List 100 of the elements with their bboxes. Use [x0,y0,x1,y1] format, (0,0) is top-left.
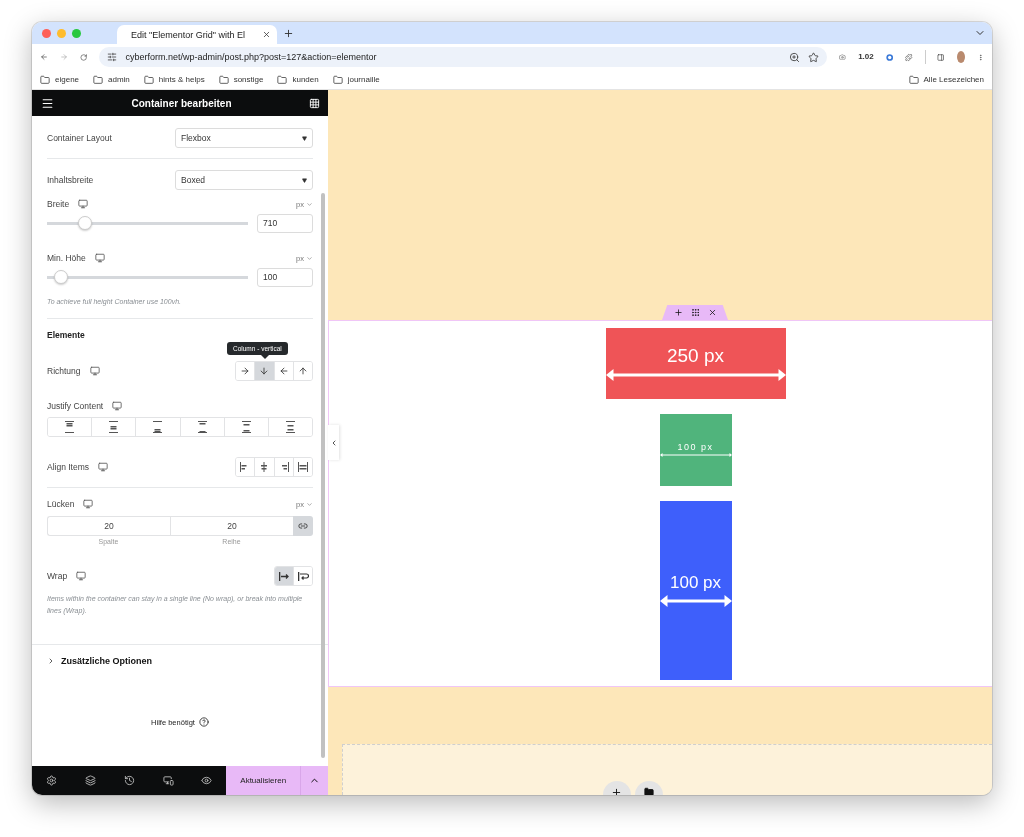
direction-option[interactable] [292,362,312,380]
caret-icon [47,657,55,665]
bookmark-folder[interactable]: hints & helps [143,74,205,85]
layers-icon [84,775,96,786]
desktop-icon[interactable] [112,401,123,411]
justify-icon [153,421,163,433]
side-panel-icon[interactable] [937,51,945,63]
scrollbar-thumb[interactable] [321,193,325,758]
gap-field[interactable]: 20 [170,516,293,536]
folder-icon [143,74,154,85]
desktop-icon[interactable] [89,366,100,376]
content-width-select[interactable]: Boxed [175,170,313,190]
tab-title: Edit "Elementor Grid" with El [131,29,245,40]
update-button[interactable]: Aktualisieren [226,766,301,795]
section-title: Elemente [47,330,85,340]
help-icon [198,717,209,727]
justify-icon [241,421,251,433]
folder-icon [908,74,919,85]
extension-icon[interactable] [885,51,894,63]
double-arrow-icon [659,453,732,457]
direction-option[interactable] [254,362,274,380]
all-bookmarks[interactable]: Alle Lesezeichen [908,74,984,85]
desktop-icon[interactable] [83,499,94,509]
eye-icon [201,775,213,786]
layout-select[interactable]: Flexbox [175,128,313,148]
number-field[interactable]: 100 [257,267,313,287]
devices-icon [162,775,174,786]
folder-icon [643,787,654,795]
chevron-icon [306,254,313,262]
slider-thumb[interactable] [78,216,93,230]
justify-icon [197,421,207,433]
field-label: Lücken [47,499,75,509]
address-bar[interactable]: cyberform.net/wp-admin/post.php?post=127&action=elementor [99,47,828,67]
add-icon[interactable] [673,308,683,317]
align-icon [297,462,308,472]
drag-handle-icon[interactable] [690,308,700,317]
reload-icon[interactable] [80,51,88,63]
double-arrow-icon [659,595,732,607]
caret-icon [302,177,307,183]
section-toggle[interactable]: Zusätzliche Optionen [47,653,313,669]
gap-field[interactable]: 20 [47,516,170,536]
bookmark-folder[interactable]: sonstige [218,74,264,85]
extensions-icon[interactable] [905,51,913,63]
wrap-option[interactable] [293,567,312,585]
bookmark-folder[interactable]: journaille [332,74,380,85]
desktop-icon[interactable] [76,571,87,581]
caret-icon [302,135,307,141]
folder-icon [218,74,229,85]
arrow-icon [240,366,251,376]
widgets-grid-icon[interactable] [309,97,320,109]
justify-icon [65,421,75,433]
zoom-icon[interactable] [789,51,801,63]
window-close-button[interactable] [42,28,51,38]
settings-icon [45,775,57,786]
number-field[interactable]: 710 [257,213,313,233]
align-option[interactable] [292,458,312,476]
justify-option[interactable] [267,418,312,436]
bookmark-folder[interactable]: eigene [40,74,80,85]
close-icon[interactable] [262,30,271,39]
arrow-icon [259,366,270,376]
arrow-icon [278,366,289,376]
bookmark-folder[interactable]: kunden [277,74,319,85]
panel-title: Container bearbeiten [131,97,232,109]
back-icon[interactable] [40,51,49,63]
field-label: Breite [47,199,70,209]
folder-icon [40,74,50,85]
no-wrap-icon [278,571,290,581]
field-label: Inhaltsbreite [47,175,94,185]
profile-avatar[interactable] [956,51,965,63]
close-icon[interactable] [707,308,717,317]
bookmark-folder[interactable]: admin [93,74,130,85]
arrow-icon [297,366,308,376]
desktop-icon[interactable] [98,462,109,472]
field-label: Richtung [47,366,81,376]
dimension-label: 250 px [665,346,725,365]
folder-icon [93,74,104,85]
new-tab-icon[interactable] [283,27,294,39]
extension-badge[interactable]: 1.02 [858,53,874,61]
field-label: Justify Content [47,401,104,411]
desktop-icon[interactable] [78,199,89,209]
camera-icon[interactable] [839,52,847,62]
browser-tab[interactable]: Edit "Elementor Grid" with El [117,25,277,44]
folder-icon [277,74,288,85]
bookmark-star-icon[interactable] [808,51,820,63]
align-icon [259,462,270,472]
link-button[interactable] [293,516,313,536]
slider-thumb[interactable] [54,270,69,284]
justify-icon [285,421,295,433]
menu-icon[interactable] [41,96,54,110]
add-icon [611,787,622,795]
chevron-icon [306,500,313,508]
chevron-icon [306,200,313,208]
wrap-option[interactable] [275,567,293,585]
field-label: Container Layout [47,133,112,143]
folder-icon [332,74,343,85]
desktop-icon[interactable] [94,253,105,263]
link-icon [298,521,308,531]
url-text: cyberform.net/wp-admin/post.php?post=127&action=elementor [125,52,378,62]
dimension-label: 100 px [668,574,722,591]
site-info-icon[interactable] [107,52,118,62]
